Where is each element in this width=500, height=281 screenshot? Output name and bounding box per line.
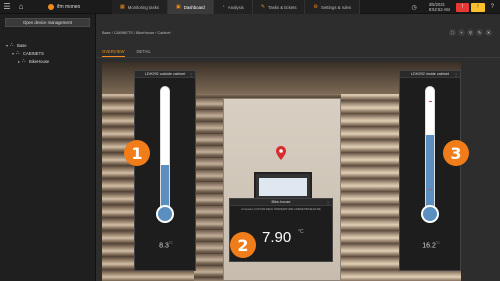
- top-right-area: ◷ 3/5/2021 8:52:52 AM ! ! ?: [407, 0, 500, 14]
- brand: ifm moneo: [48, 3, 81, 10]
- alarm-badge-red[interactable]: !: [455, 2, 470, 12]
- pin-icon[interactable]: ⚲: [467, 29, 474, 36]
- tab-monitoring[interactable]: ▦ Monitoring tasks: [112, 0, 169, 14]
- datetime: 3/5/2021 8:52:52 AM: [429, 2, 450, 12]
- threshold-mark-low: [429, 189, 432, 190]
- threshold-mark-high: [429, 101, 432, 102]
- thermometer-level: [426, 134, 434, 213]
- tab-tickets[interactable]: ✎ Tasks & tickets: [252, 0, 306, 14]
- expand-icon[interactable]: ⛶: [449, 29, 456, 36]
- widget-title: LDH292 outside cabinet: [135, 71, 195, 78]
- tab-dashboard[interactable]: ▣ Dashboard: [168, 0, 214, 14]
- tree-item-bikehouse[interactable]: ▸ ⛬ BikeHouse: [0, 57, 95, 65]
- alarm-badge-yellow[interactable]: !: [471, 2, 485, 12]
- tree-item-base[interactable]: ▾ ⛬ Base: [0, 41, 95, 49]
- thermometer-widget-outside[interactable]: LDH292 outside cabinet ⋮ 8.3°C: [134, 70, 196, 271]
- thermometer-bulb: [156, 205, 174, 223]
- dashboard-icon: ▣: [176, 4, 181, 10]
- thermometer-widget-inside[interactable]: LDH292 inside cabinet ⋮ 16.2°C: [399, 70, 461, 271]
- settings-icon: ⚙: [313, 4, 318, 10]
- analysis-icon: ◔: [221, 4, 225, 10]
- marker-2: 2: [230, 232, 256, 258]
- menu-icon[interactable]: ☰: [0, 0, 14, 14]
- thermometer-tube: [160, 86, 170, 214]
- widget-unit: °C: [298, 229, 304, 235]
- add-icon[interactable]: +: [458, 29, 465, 36]
- tab-settings[interactable]: ⚙ Settings & rules: [305, 0, 361, 14]
- temperature-value: 16.2°C: [422, 241, 440, 250]
- temperature-value: 8.3°C: [159, 241, 173, 250]
- more-icon[interactable]: ⋮: [454, 71, 458, 78]
- widget-value: 7.90: [262, 229, 292, 246]
- time: 8:52:52 AM: [428, 7, 450, 12]
- widget-title: Bike-house: [230, 199, 332, 206]
- brand-logo: [48, 3, 54, 10]
- tree-node-icon: ⛬: [10, 42, 14, 48]
- widget-subtitle: ef-location:CUSTOM:RECH TEMPERATURE:CABI…: [241, 208, 321, 211]
- more-icon[interactable]: ⋮: [326, 199, 330, 206]
- tab-overview[interactable]: OVERVIEW: [102, 49, 125, 57]
- main-tabs: ▦ Monitoring tasks ▣ Dashboard ◔ Analysis ✎…: [112, 0, 361, 14]
- tab-detail[interactable]: DETAIL: [137, 49, 151, 57]
- delete-icon[interactable]: ✕: [485, 29, 492, 36]
- breadcrumb: Base / CABINETS / BikeHouse / Cabinet: [102, 31, 171, 35]
- more-icon[interactable]: ⋮: [189, 71, 193, 78]
- open-device-management-button[interactable]: Open device management: [5, 18, 90, 27]
- sidebar: Open device management ▾ ⛬ Base ▾ ⛬ CABI…: [0, 14, 96, 281]
- tree-item-cabinets[interactable]: ▾ ⛬ CABINETS: [0, 49, 95, 57]
- brand-name: ifm moneo: [57, 3, 81, 10]
- tree-node-icon: ⛬: [22, 58, 26, 64]
- clock-icon[interactable]: ◷: [411, 4, 416, 11]
- location-pin-icon[interactable]: [276, 146, 286, 160]
- divider: [96, 57, 500, 58]
- top-bar: ☰ ⌂ ifm moneo ▦ Monitoring tasks ▣ Dashboa…: [0, 0, 500, 14]
- subtabs: OVERVIEW DETAIL: [102, 49, 163, 57]
- widget-title: LDH292 inside cabinet: [400, 71, 460, 78]
- edit-icon[interactable]: ✎: [476, 29, 483, 36]
- monitor-icon: ▦: [120, 4, 125, 10]
- help-icon[interactable]: ?: [491, 4, 494, 10]
- marker-3: 3: [443, 140, 469, 166]
- dashboard-toolbar: ⛶ + ⚲ ✎ ✕: [447, 29, 492, 36]
- marker-1: 1: [124, 140, 150, 166]
- thermometer-tube: [425, 86, 435, 214]
- thermometer-bulb: [421, 205, 439, 223]
- home-icon[interactable]: ⌂: [14, 0, 28, 14]
- tab-analysis[interactable]: ◔ Analysis: [213, 0, 253, 14]
- tickets-icon: ✎: [260, 4, 266, 10]
- tree-node-icon: ⛬: [16, 50, 20, 56]
- device-tree: ▾ ⛬ Base ▾ ⛬ CABINETS ▸ ⛬ BikeHouse: [0, 41, 95, 65]
